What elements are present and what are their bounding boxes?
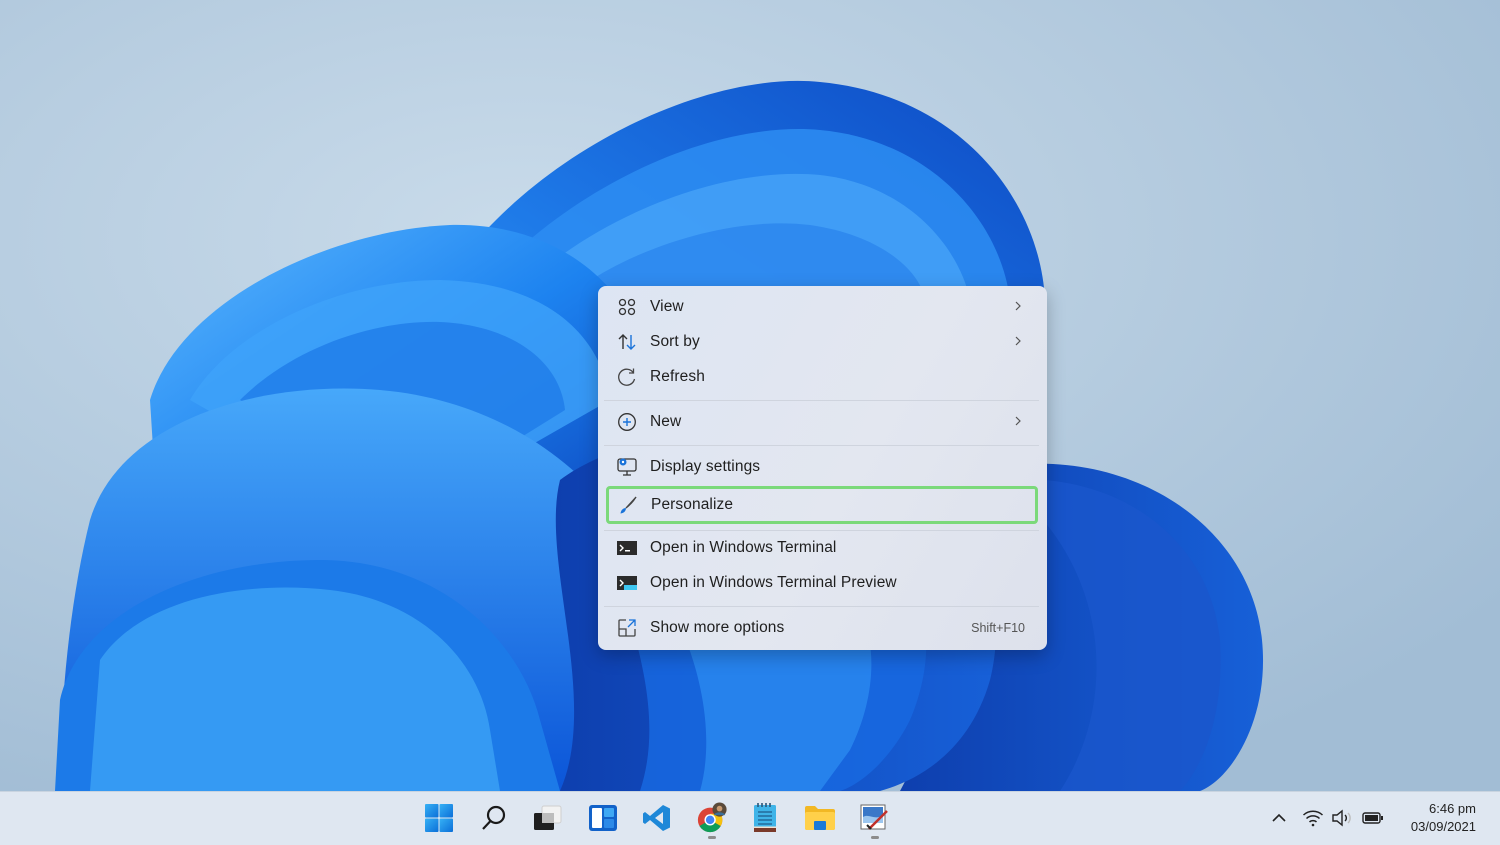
brush-icon: [617, 494, 639, 516]
taskbar-vscode-button[interactable]: [641, 802, 673, 834]
taskbar: 6:46 pm 03/09/2021: [0, 791, 1500, 845]
plus-circle-icon: [616, 411, 638, 433]
terminal-icon: [616, 537, 638, 559]
menu-item-label: Show more options: [650, 619, 785, 636]
terminal-preview-icon: [616, 572, 638, 594]
menu-item-label: Refresh: [650, 368, 705, 385]
clock-time: 6:46 pm: [1429, 801, 1476, 816]
refresh-icon: [616, 366, 638, 388]
folder-icon: [805, 806, 835, 830]
network-button[interactable]: [1301, 806, 1325, 830]
desktop-context-menu: View Sort by Refresh New Display setting…: [598, 286, 1047, 650]
menu-separator: [604, 400, 1039, 401]
clock-date: 03/09/2021: [1410, 819, 1476, 834]
menu-item-label: Display settings: [650, 458, 761, 475]
chevron-right-icon: [1015, 301, 1021, 311]
menu-item-personalize[interactable]: Personalize: [606, 486, 1038, 524]
task-view-icon: [534, 805, 562, 830]
wifi-icon: [1302, 810, 1324, 827]
menu-item-label: View: [650, 298, 684, 315]
menu-item-label: Open in Windows Terminal Preview: [650, 574, 897, 591]
vscode-icon: [643, 805, 670, 831]
more-options-icon: [616, 617, 638, 639]
taskbar-snipping-tool-button[interactable]: [858, 802, 890, 834]
taskbar-task-view-button[interactable]: [531, 802, 563, 834]
menu-item-display-settings[interactable]: Display settings: [604, 450, 1039, 484]
desktop[interactable]: View Sort by Refresh New Display setting…: [0, 0, 1500, 791]
menu-item-label: Open in Windows Terminal: [650, 539, 837, 556]
taskbar-file-explorer-button[interactable]: [804, 802, 836, 834]
clock[interactable]: 6:46 pm 03/09/2021: [1411, 800, 1476, 836]
volume-button[interactable]: [1330, 806, 1354, 830]
menu-item-label: New: [650, 413, 682, 430]
sort-icon: [616, 331, 638, 353]
menu-item-open-terminal-preview[interactable]: Open in Windows Terminal Preview: [604, 566, 1039, 600]
volume-icon: [1332, 809, 1351, 827]
widgets-icon: [589, 805, 617, 831]
battery-icon: [1362, 812, 1383, 824]
display-settings-icon: [616, 456, 638, 478]
taskbar-widgets-button[interactable]: [587, 802, 619, 834]
chevron-up-icon: [1272, 813, 1286, 822]
taskbar-notepad-button[interactable]: [749, 802, 781, 834]
grid-view-icon: [616, 296, 638, 318]
show-hidden-icons-button[interactable]: [1268, 806, 1290, 830]
running-indicator: [871, 836, 879, 839]
keyboard-shortcut: Shift+F10: [971, 621, 1025, 635]
menu-item-label: Sort by: [650, 333, 700, 350]
battery-button[interactable]: [1361, 806, 1385, 830]
menu-item-new[interactable]: New: [604, 405, 1039, 439]
chevron-right-icon: [1015, 416, 1021, 426]
menu-item-view[interactable]: View: [604, 290, 1039, 324]
menu-separator: [604, 445, 1039, 446]
search-icon: [482, 805, 506, 830]
running-indicator: [708, 836, 716, 839]
chevron-right-icon: [1015, 336, 1021, 346]
snip-icon: [860, 804, 888, 830]
menu-item-show-more-options[interactable]: Show more options Shift+F10: [604, 611, 1039, 645]
menu-item-refresh[interactable]: Refresh: [604, 360, 1039, 394]
menu-separator: [604, 606, 1039, 607]
chrome-icon: [697, 802, 727, 833]
taskbar-start-button[interactable]: [423, 802, 455, 834]
taskbar-search-button[interactable]: [478, 802, 510, 834]
notepad-icon: [754, 803, 776, 832]
taskbar-chrome-button[interactable]: [696, 802, 728, 834]
menu-item-label: Personalize: [651, 496, 734, 513]
windows-start-icon: [425, 804, 453, 832]
menu-item-sort-by[interactable]: Sort by: [604, 325, 1039, 359]
menu-item-open-terminal[interactable]: Open in Windows Terminal: [604, 531, 1039, 565]
